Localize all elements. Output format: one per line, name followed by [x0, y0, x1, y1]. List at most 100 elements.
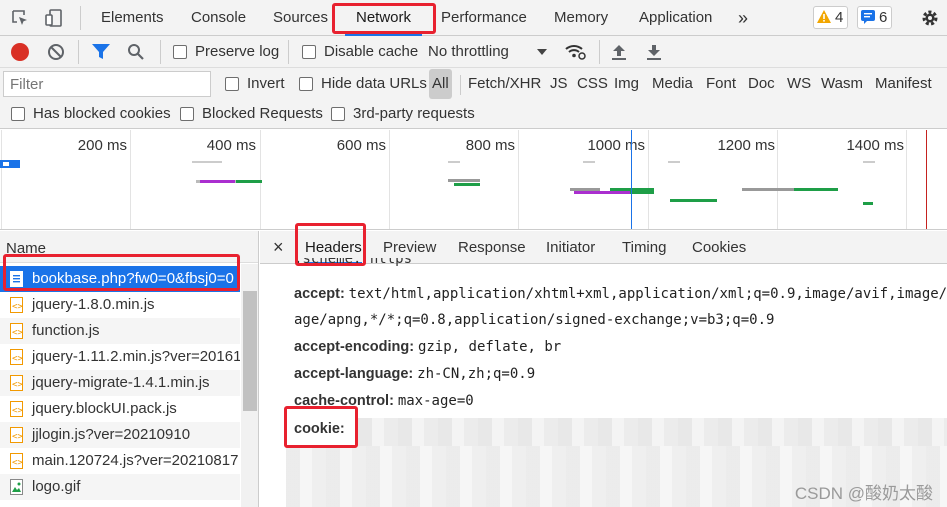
grid-line [389, 130, 390, 229]
clear-icon[interactable] [47, 43, 65, 61]
import-har-icon[interactable] [611, 43, 627, 61]
request-name: jquery-1.8.0.min.js [32, 296, 155, 313]
type-filter-fetch-xhr[interactable]: Fetch/XHR [468, 69, 541, 99]
request-bar [574, 191, 630, 194]
header-row-accept-cont: age/apng,*/*;q=0.8,application/signed-ex… [294, 311, 774, 328]
inspect-element-icon[interactable] [10, 8, 30, 28]
request-bar [236, 180, 262, 183]
tick-label: 1200 ms [717, 137, 775, 154]
devtools-tab-bar: Elements Console Sources Network Perform… [0, 0, 947, 36]
export-har-icon[interactable] [646, 43, 662, 61]
request-bar [3, 162, 9, 166]
divider [288, 40, 289, 64]
chevron-down-icon[interactable] [536, 45, 548, 57]
request-row[interactable]: <> jquery-1.11.2.min.js?ver=20161 [0, 344, 240, 370]
filter-input[interactable] [3, 71, 211, 97]
dom-content-loaded-line [631, 130, 632, 229]
hide-data-urls-checkbox[interactable] [299, 77, 313, 91]
grid-line [648, 130, 649, 229]
network-conditions-icon[interactable] [564, 42, 586, 60]
has-blocked-cookies-checkbox[interactable] [11, 107, 25, 121]
type-filter-wasm[interactable]: Wasm [821, 69, 863, 99]
divider [78, 40, 79, 64]
divider [599, 40, 600, 64]
settings-gear-icon[interactable] [920, 8, 940, 28]
disable-cache-checkbox[interactable] [302, 45, 316, 59]
load-event-line [926, 130, 927, 229]
type-filter-font[interactable]: Font [706, 69, 736, 99]
request-bar [448, 179, 480, 182]
tab-initiator[interactable]: Initiator [546, 231, 595, 264]
record-icon[interactable] [11, 43, 29, 61]
request-bar [448, 161, 460, 163]
tab-performance[interactable]: Performance [441, 0, 527, 36]
request-row[interactable]: <> jjlogin.js?ver=20210910 [0, 422, 240, 448]
header-value: max-age=0 [397, 393, 474, 409]
grid-line [130, 130, 131, 229]
search-icon[interactable] [127, 43, 145, 61]
grid-line [518, 130, 519, 229]
blocked-requests-label: Blocked Requests [202, 105, 323, 122]
filter-icon[interactable] [91, 43, 111, 61]
divider [160, 40, 161, 64]
request-row[interactable]: logo.gif [0, 474, 240, 500]
header-value: age/apng,*/*;q=0.8,application/signed-ex… [294, 312, 775, 328]
svg-text:<>: <> [12, 458, 23, 468]
request-bar [192, 161, 222, 163]
script-file-icon: <> [10, 323, 23, 339]
request-row[interactable]: <> function.js [0, 318, 240, 344]
tick-label: 600 ms [336, 137, 386, 154]
tab-console[interactable]: Console [191, 0, 246, 36]
request-row[interactable]: <> jquery-migrate-1.4.1.min.js [0, 370, 240, 396]
tab-timing[interactable]: Timing [622, 231, 666, 264]
hide-data-urls-label: Hide data URLs [321, 75, 427, 92]
request-bar [863, 161, 875, 163]
request-row[interactable]: <> main.120724.js?ver=20210817 [0, 448, 240, 474]
tab-sources[interactable]: Sources [273, 0, 328, 36]
type-filter-media[interactable]: Media [652, 69, 693, 99]
type-filter-css[interactable]: CSS [577, 69, 608, 99]
grid-line [906, 130, 907, 229]
header-value: zh-CN,zh;q=0.9 [417, 366, 536, 382]
scrollbar-thumb[interactable] [243, 291, 257, 411]
request-name: main.120724.js?ver=20210817 [32, 452, 239, 469]
request-bar [742, 188, 794, 191]
invert-checkbox[interactable] [225, 77, 239, 91]
highlight-network-tab [332, 3, 436, 34]
type-filter-img[interactable]: Img [614, 69, 639, 99]
type-filter-all[interactable]: All [429, 69, 452, 99]
type-filter-ws[interactable]: WS [787, 69, 811, 99]
request-row[interactable]: <> jquery-1.8.0.min.js [0, 292, 240, 318]
highlight-headers-tab [295, 223, 366, 266]
type-filter-js[interactable]: JS [550, 69, 568, 99]
request-bar [668, 161, 680, 163]
warnings-badge[interactable]: 4 [813, 6, 849, 29]
invert-label: Invert [247, 75, 285, 92]
blocked-requests-checkbox[interactable] [180, 107, 194, 121]
type-filter-doc[interactable]: Doc [748, 69, 775, 99]
close-details-icon[interactable]: × [273, 231, 284, 264]
throttling-select[interactable]: No throttling [428, 43, 509, 60]
preserve-log-checkbox[interactable] [173, 45, 187, 59]
more-tabs-button[interactable]: » [738, 0, 748, 36]
request-bar [610, 188, 654, 191]
divider [460, 75, 461, 95]
type-filter-manifest[interactable]: Manifest [875, 69, 932, 99]
header-row-accept-encoding: accept-encoding: gzip, deflate, br [294, 338, 561, 355]
tick-label: 1400 ms [846, 137, 904, 154]
tab-cookies[interactable]: Cookies [692, 231, 746, 264]
has-blocked-cookies-label: Has blocked cookies [33, 105, 171, 122]
messages-badge[interactable]: 6 [857, 6, 893, 29]
svg-text:<>: <> [12, 406, 23, 416]
tab-application[interactable]: Application [639, 0, 712, 36]
watermark: CSDN @酸奶太酸 [794, 484, 933, 503]
tab-elements[interactable]: Elements [101, 0, 164, 36]
tab-memory[interactable]: Memory [554, 0, 608, 36]
network-overview[interactable]: 200 ms 400 ms 600 ms 800 ms 1000 ms 1200… [0, 130, 947, 230]
request-name: jquery-1.11.2.min.js?ver=20161 [32, 348, 240, 365]
request-bar [863, 202, 873, 205]
request-row[interactable]: <> jquery.blockUI.pack.js [0, 396, 240, 422]
device-toolbar-icon[interactable] [44, 8, 64, 28]
third-party-checkbox[interactable] [331, 107, 345, 121]
svg-text:<>: <> [12, 354, 23, 364]
